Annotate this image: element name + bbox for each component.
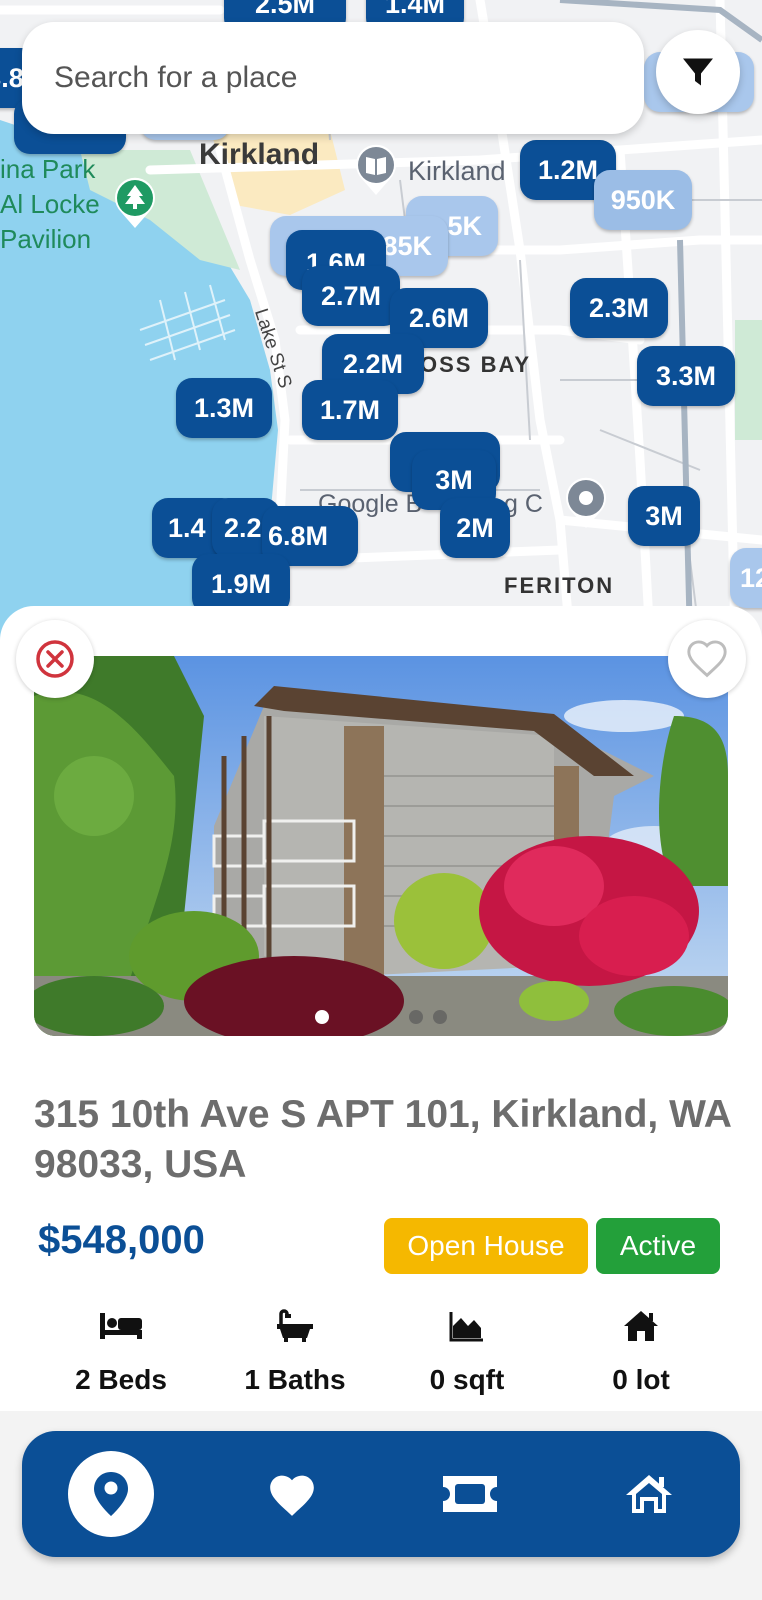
photo-pagination[interactable] xyxy=(34,1010,728,1024)
map-view[interactable]: Kirkland Kirkland ina Park Al Locke Pavi… xyxy=(0,0,762,640)
map-label-moss-bay: OSS BAY xyxy=(420,352,532,377)
price-pin[interactable]: 2.7M xyxy=(302,266,400,326)
price-pin[interactable]: 950K xyxy=(594,170,692,230)
nav-favorites-button[interactable] xyxy=(249,1451,335,1537)
ticket-icon xyxy=(443,1476,497,1512)
stat-sqft: 0 sqft xyxy=(382,1306,552,1396)
price-pin[interactable]: 1.3M xyxy=(176,378,272,438)
stat-beds: 2 Beds xyxy=(36,1306,206,1396)
nav-home-button[interactable] xyxy=(606,1451,692,1537)
sqft-label: 0 sqft xyxy=(429,1364,505,1395)
nav-map-button[interactable] xyxy=(68,1451,154,1537)
baths-label: 1 Baths xyxy=(244,1364,346,1395)
heart-outline-icon xyxy=(687,640,727,678)
library-book-icon[interactable] xyxy=(353,143,399,197)
status-badge: Active xyxy=(596,1218,720,1274)
map-label-park-1: ina Park xyxy=(0,154,96,184)
property-photo[interactable] xyxy=(34,656,728,1036)
price-pin[interactable]: 3M xyxy=(628,486,700,546)
area-chart-icon xyxy=(449,1312,483,1342)
close-circle-icon xyxy=(36,640,74,678)
search-bar[interactable] xyxy=(22,22,644,134)
price-pin[interactable]: 12 xyxy=(730,548,762,608)
map-label-library: Kirkland xyxy=(408,156,506,186)
price-pin[interactable]: 3.3M xyxy=(637,346,735,406)
map-pin-icon xyxy=(94,1472,128,1516)
listing-address: 315 10th Ave S APT 101, Kirkland, WA 980… xyxy=(34,1093,731,1186)
photo-dot[interactable] xyxy=(433,1010,447,1024)
place-marker-icon[interactable] xyxy=(563,476,609,530)
lot-label: 0 lot xyxy=(612,1364,670,1395)
stat-lot: 0 lot xyxy=(556,1306,726,1396)
search-input[interactable] xyxy=(54,61,644,95)
stat-baths: 1 Baths xyxy=(210,1306,380,1396)
map-label-park-2: Al Locke xyxy=(0,189,100,219)
house-icon xyxy=(624,1311,658,1341)
photo-dot[interactable] xyxy=(315,1010,329,1024)
close-button[interactable] xyxy=(16,620,94,698)
property-photo-image xyxy=(34,656,728,1036)
filter-icon xyxy=(683,58,713,86)
filter-button[interactable] xyxy=(656,30,740,114)
bed-icon xyxy=(100,1313,142,1339)
bottom-nav xyxy=(22,1431,740,1557)
price-pin[interactable]: 1.9M xyxy=(192,554,290,614)
price-pin[interactable]: 1.7M xyxy=(302,380,398,440)
bathtub-icon xyxy=(277,1309,313,1342)
map-label-park-3: Pavilion xyxy=(0,224,92,254)
listing-card[interactable]: 315 10th Ave S APT 101, Kirkland, WA 980… xyxy=(0,606,762,1411)
favorite-button[interactable] xyxy=(668,620,746,698)
nav-tickets-button[interactable] xyxy=(427,1451,513,1537)
price-pin[interactable]: 2.3M xyxy=(570,278,668,338)
price-pin[interactable]: 2M xyxy=(440,498,510,558)
beds-label: 2 Beds xyxy=(75,1364,167,1395)
home-icon xyxy=(626,1475,672,1513)
map-label-city: Kirkland xyxy=(199,138,320,171)
listing-price: $548,000 xyxy=(38,1218,205,1262)
open-house-badge: Open House xyxy=(384,1218,588,1274)
park-tree-icon[interactable] xyxy=(112,176,158,230)
photo-dot[interactable] xyxy=(409,1010,423,1024)
map-label-feriton: FERITON xyxy=(504,573,615,598)
heart-icon xyxy=(270,1475,314,1516)
